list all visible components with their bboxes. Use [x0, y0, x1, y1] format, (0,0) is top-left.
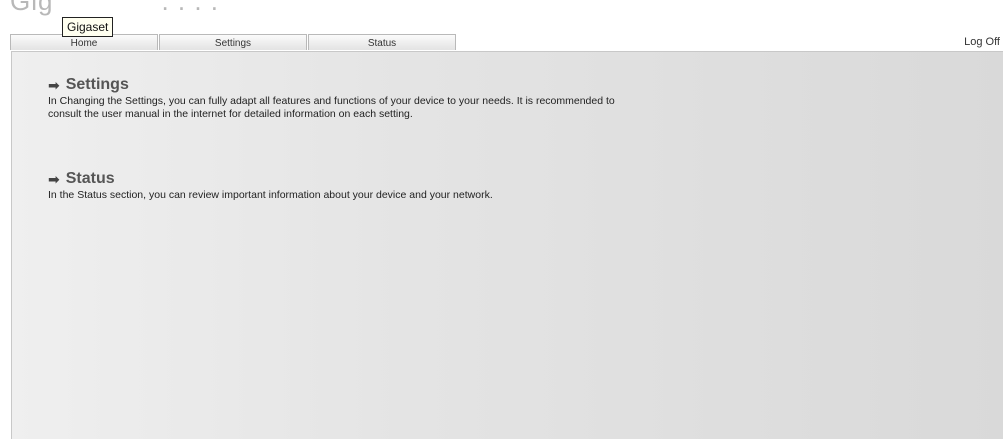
- status-heading-label[interactable]: Status: [66, 170, 115, 188]
- tooltip: Gigaset: [62, 17, 114, 37]
- page: Gig. . . . Gigaset Home Settings Status …: [0, 0, 1003, 439]
- header-logo-text: Gig. . . .: [10, 0, 220, 16]
- arrow-right-icon: ➡: [48, 77, 60, 93]
- status-heading[interactable]: ➡ Status: [48, 170, 628, 188]
- settings-section: ➡ Settings In Changing the Settings, you…: [48, 76, 628, 121]
- log-off-link[interactable]: Log Off: [964, 36, 1000, 48]
- settings-heading[interactable]: ➡ Settings: [48, 76, 628, 94]
- arrow-right-icon: ➡: [48, 171, 60, 187]
- settings-heading-label[interactable]: Settings: [66, 76, 129, 94]
- tab-status[interactable]: Status: [308, 34, 456, 50]
- status-description: In the Status section, you can review im…: [48, 189, 493, 201]
- settings-description: In Changing the Settings, you can fully …: [48, 95, 615, 120]
- status-section: ➡ Status In the Status section, you can …: [48, 170, 628, 202]
- main-content: ➡ Settings In Changing the Settings, you…: [11, 51, 1003, 439]
- tab-settings[interactable]: Settings: [159, 34, 307, 50]
